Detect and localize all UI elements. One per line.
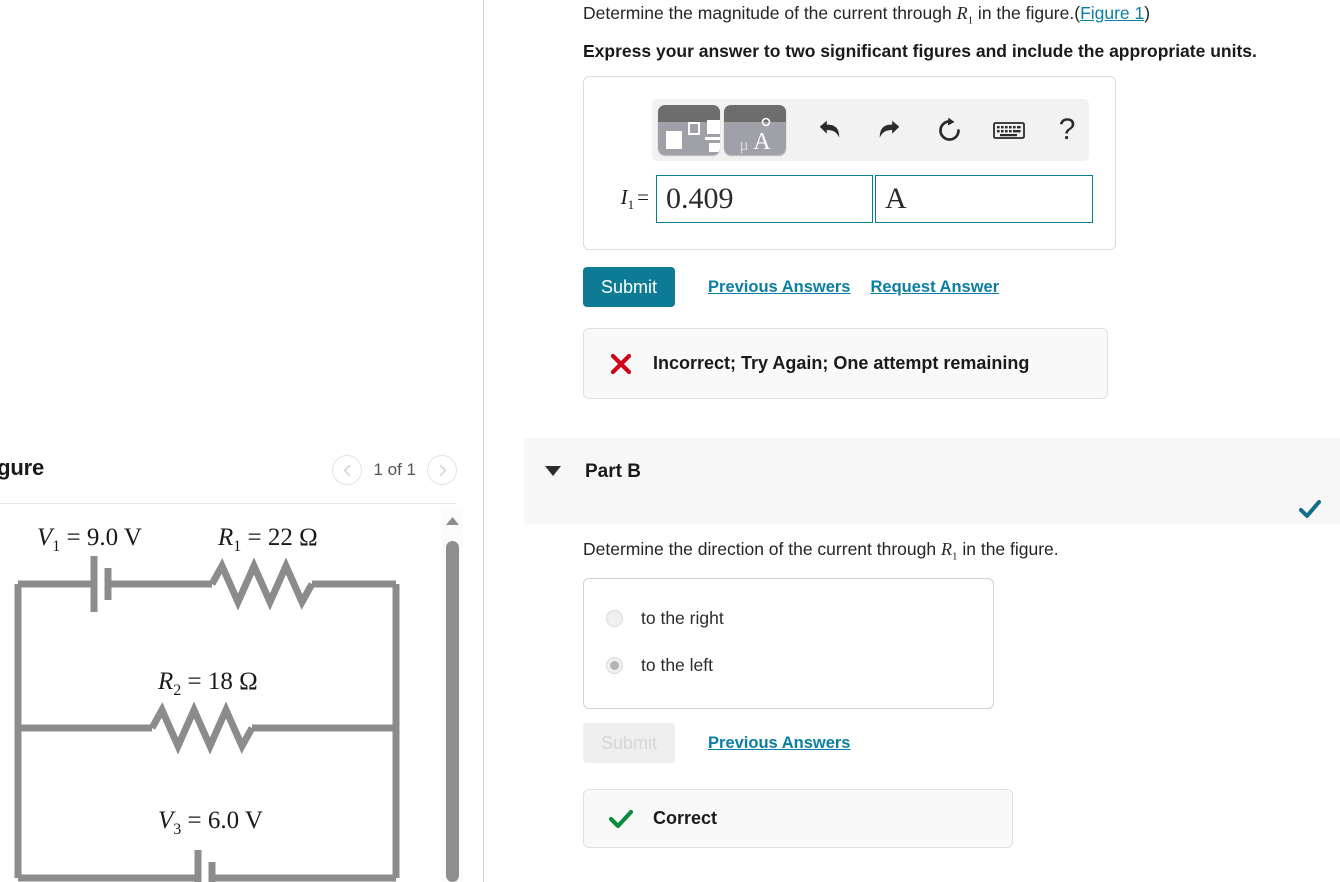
part-b-header[interactable] (524, 438, 1340, 524)
figure-prev-button[interactable] (332, 455, 363, 485)
part-a-submit-button[interactable]: Submit (583, 267, 676, 307)
figure-page-counter: 1 of 1 (373, 460, 416, 479)
caret-down-icon[interactable] (545, 466, 561, 476)
figure-panel-title: Figure (0, 455, 45, 480)
part-a-prompt: Determine the magnitude of the current t… (583, 2, 1150, 28)
figure-pager: 1 of 1 (332, 455, 457, 485)
part-a-prompt-after: in the figure.( (973, 3, 1081, 23)
page-root: Figure 1 of 1 (0, 0, 1340, 882)
part-a-instruction: Express your answer to two significant f… (583, 41, 1257, 61)
choice-to-the-right[interactable]: to the right (606, 608, 724, 629)
undo-icon[interactable] (808, 105, 852, 155)
svg-text:μ: μ (739, 135, 748, 154)
label-r1: R1 = 22 Ω (217, 524, 318, 555)
part-b-actions: Submit Previous Answers (583, 723, 850, 763)
math-template-icon[interactable] (658, 105, 720, 155)
reset-icon[interactable] (927, 105, 971, 155)
chevron-left-icon (341, 464, 354, 477)
problem-content: Determine the magnitude of the current t… (484, 0, 1340, 882)
part-a-prompt-variable: R1 (956, 3, 974, 27)
redo-icon[interactable] (867, 105, 911, 155)
part-b-feedback-text: Correct (653, 808, 718, 828)
part-a-prompt-before: Determine the magnitude of the current t… (583, 3, 957, 23)
figure-next-button[interactable] (427, 455, 457, 485)
label-v3: V3 = 6.0 V (158, 807, 263, 838)
part-a-previous-answers-link[interactable]: Previous Answers (708, 278, 850, 297)
part-b-feedback: Correct (583, 789, 1013, 848)
radio-button-selected[interactable] (606, 657, 623, 674)
part-b-prompt-variable: R1 (940, 539, 958, 563)
math-input-toolbar: A μ ? (652, 99, 1089, 161)
help-question-icon[interactable]: ? (1045, 105, 1089, 155)
part-b-prompt: Determine the direction of the current t… (583, 538, 1059, 564)
part-b-prompt-before: Determine the direction of the current t… (583, 539, 941, 559)
part-b-submit-button: Submit (583, 723, 676, 763)
part-a-prompt-end: ) (1144, 3, 1151, 23)
figure-panel: Figure 1 of 1 (0, 0, 484, 882)
part-a-feedback: Incorrect; Try Again; One attempt remain… (583, 328, 1108, 399)
keyboard-icon[interactable] (987, 105, 1031, 155)
choice-label: to the left (641, 655, 713, 675)
part-b-previous-answers-link[interactable]: Previous Answers (708, 734, 850, 753)
circuit-diagram: V1 = 9.0 V R1 = 22 Ω R2 = 18 Ω V3 = 6.0 … (0, 506, 437, 882)
part-a-answer-box: A μ ? I1 = 0.409 A (583, 76, 1116, 250)
answer-value-input[interactable]: 0.409 (656, 175, 873, 223)
label-r2: R2 = 18 Ω (157, 668, 258, 699)
choice-label: to the right (641, 608, 724, 628)
figure-1-link[interactable]: Figure 1 (1080, 3, 1144, 23)
figure-scrollbar-thumb[interactable] (446, 541, 459, 882)
part-a-request-answer-link[interactable]: Request Answer (870, 278, 999, 297)
units-angstrom-icon[interactable]: A μ (723, 105, 786, 155)
x-mark-icon (609, 352, 633, 376)
part-b-choice-box: to the right to the left (583, 578, 994, 709)
answer-units-input[interactable]: A (875, 175, 1093, 223)
part-b-prompt-after: in the figure. (957, 539, 1059, 559)
choice-to-the-left[interactable]: to the left (606, 655, 713, 676)
check-mark-icon (609, 809, 633, 829)
triangle-up-icon (445, 513, 460, 531)
part-a-answer-row: I1 = 0.409 A (604, 175, 1093, 223)
svg-text:A: A (753, 129, 771, 155)
answer-variable-label: I1 = (620, 184, 649, 213)
chevron-right-icon (436, 464, 449, 477)
help-question-label: ? (1058, 113, 1076, 146)
scroll-up-button[interactable] (441, 512, 463, 532)
part-a-feedback-text: Incorrect; Try Again; One attempt remain… (653, 353, 1030, 373)
part-b-status-check-icon (1299, 500, 1321, 519)
label-v1: V1 = 9.0 V (37, 524, 142, 555)
part-b-title: Part B (585, 461, 641, 482)
figure-header-divider (0, 503, 456, 504)
part-a-actions: Submit Previous Answers Request Answer (583, 267, 999, 307)
radio-button-unselected[interactable] (606, 610, 623, 627)
